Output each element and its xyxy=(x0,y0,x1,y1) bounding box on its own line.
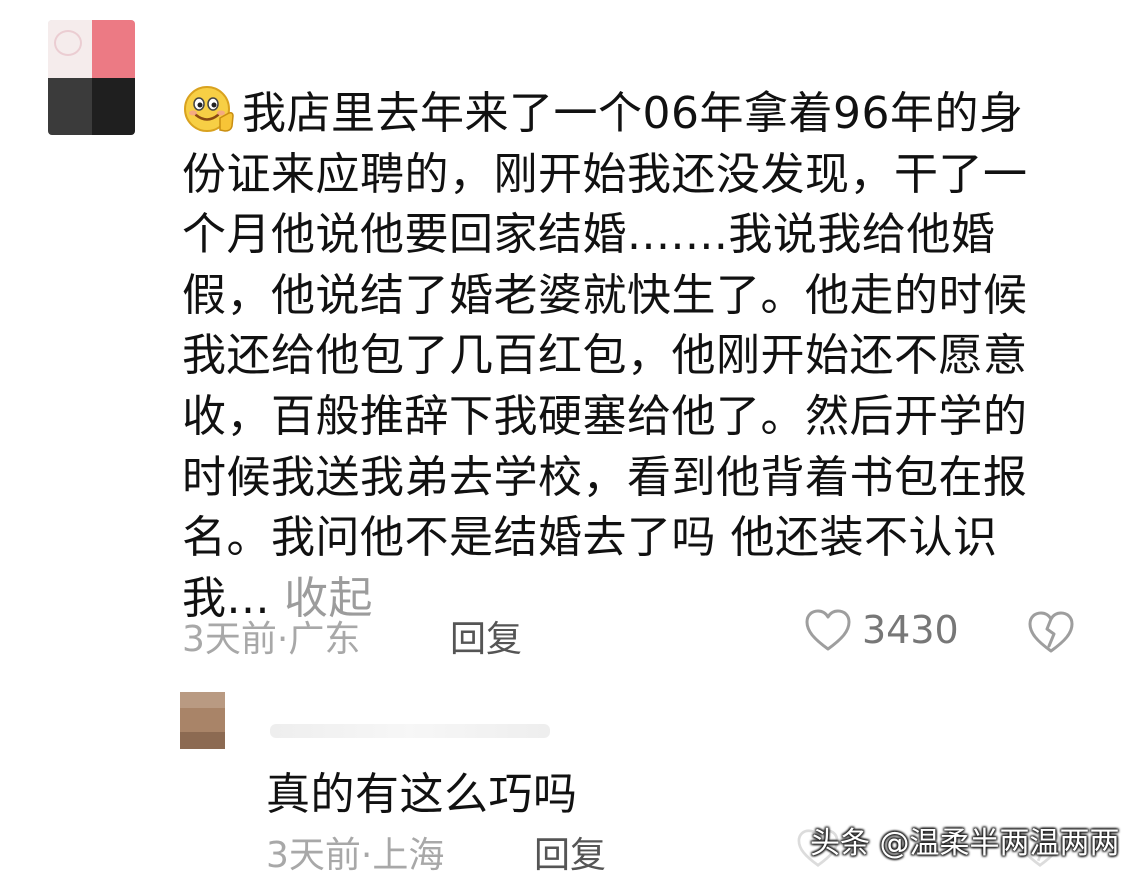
comment-line: 份证来应聘的，刚开始我还没发现，干了一 xyxy=(182,148,1028,200)
reply-timestamp-location: 3天前·上海 xyxy=(266,835,445,876)
heart-icon xyxy=(805,609,851,651)
reply-reply-button[interactable]: 回复 xyxy=(534,826,606,877)
watermark: 头条 @温柔半两温两两 xyxy=(810,826,1120,861)
like-count: 3430 xyxy=(862,608,959,652)
like-button[interactable]: 3430 xyxy=(804,608,959,652)
timestamp-location: 3天前·广东 xyxy=(182,619,361,660)
comment-thread: 我店里去年来了一个06年拿着96年的身 份证来应聘的，刚开始我还没发现，干了一 … xyxy=(0,0,1125,877)
comment-line: 名。我问他不是结婚去了吗 他还装不认识 xyxy=(182,512,998,564)
reply-button[interactable]: 回复 xyxy=(450,610,522,662)
dislike-button[interactable] xyxy=(1027,610,1075,663)
reply-avatar[interactable] xyxy=(180,692,225,749)
comment-line: 我还给他包了几百红包，他刚开始还不愿意 xyxy=(182,330,1028,382)
comment-line: 时候我送我弟去学校，看到他背着书包在报 xyxy=(182,451,1028,503)
reply-text: 真的有这么巧吗 xyxy=(266,769,578,820)
broken-heart-icon xyxy=(1028,611,1074,653)
smile-emoji-icon xyxy=(184,86,234,132)
comment-text: 我店里去年来了一个06年拿着96年的身 份证来应聘的，刚开始我还没发现，干了一 … xyxy=(182,84,1052,629)
comment-meta: 3天前·广东 回复 3430 xyxy=(182,608,1082,663)
comment-line: 假，他说结了婚老婆就快生了。他走的时候 xyxy=(182,269,1028,321)
avatar[interactable] xyxy=(48,20,135,135)
comment-line: 收，百般推辞下我硬塞给他了。然后开学的 xyxy=(182,390,1028,442)
reply-username xyxy=(270,724,550,738)
comment-line: 个月他说他要回家结婚.......我说我给他婚 xyxy=(182,209,996,261)
comment-line: 我店里去年来了一个06年拿着96年的身 xyxy=(182,84,1052,145)
